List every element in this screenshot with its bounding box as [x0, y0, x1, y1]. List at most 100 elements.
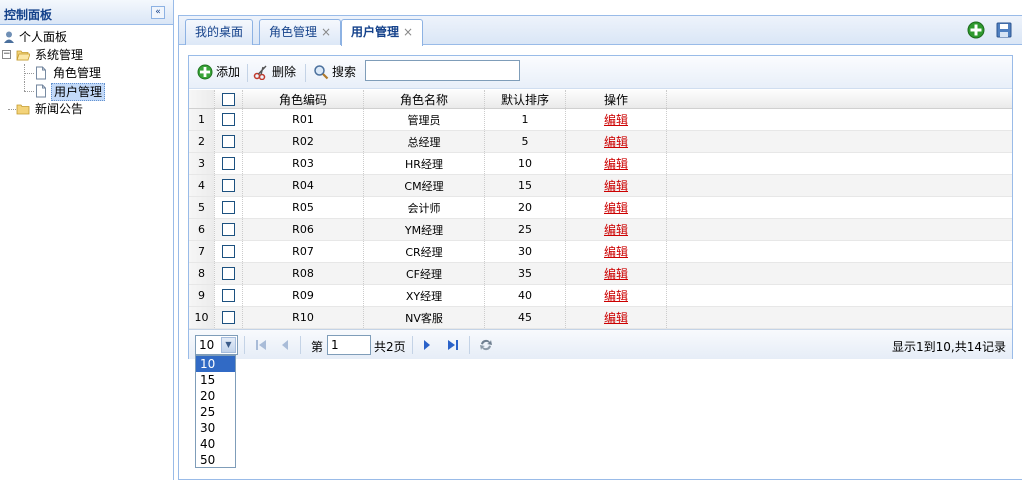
refresh-icon[interactable]: [478, 337, 494, 353]
left-panel: 控制面板 « 个人面板 − 系统管理 角色管理 用户管理 新闻公告: [0, 0, 174, 480]
edit-cell: 编辑: [566, 197, 667, 218]
edit-cell: 编辑: [566, 109, 667, 130]
table-row[interactable]: 2 R02 总经理 5 编辑: [189, 131, 1012, 153]
tab-my-desktop[interactable]: 我的桌面: [185, 19, 254, 45]
search-button[interactable]: 搜索: [313, 64, 361, 82]
role-name: 管理员: [364, 109, 485, 130]
role-code: R01: [243, 109, 364, 130]
column-header[interactable]: 默认排序: [485, 90, 566, 108]
table-row[interactable]: 3 R03 HR经理 10 编辑: [189, 153, 1012, 175]
edit-link[interactable]: 编辑: [604, 309, 628, 326]
tab-close-icon[interactable]: ×: [403, 25, 413, 39]
prev-page-icon[interactable]: [277, 337, 293, 353]
row-checkbox[interactable]: [222, 311, 235, 324]
row-checkbox[interactable]: [222, 179, 235, 192]
page-size-option[interactable]: 20: [196, 388, 235, 404]
page-total: 共2页: [374, 340, 406, 354]
tree-node-system[interactable]: − 系统管理: [0, 46, 173, 64]
page-size-option[interactable]: 30: [196, 420, 235, 436]
role-sort: 5: [485, 131, 566, 152]
role-code: R09: [243, 285, 364, 306]
edit-link[interactable]: 编辑: [604, 155, 628, 172]
search-input[interactable]: [365, 60, 520, 81]
page-size-option[interactable]: 50: [196, 452, 235, 468]
page-size-option[interactable]: 10: [196, 356, 235, 372]
row-checkbox[interactable]: [222, 223, 235, 236]
edit-link[interactable]: 编辑: [604, 243, 628, 260]
row-checkbox-cell: [215, 263, 243, 284]
tab-role-mgmt[interactable]: 角色管理 ×: [259, 19, 342, 45]
table-row[interactable]: 9 R09 XY经理 40 编辑: [189, 285, 1012, 307]
page-size-option[interactable]: 15: [196, 372, 235, 388]
page-number-input[interactable]: [327, 335, 371, 355]
tree-guide-line: [24, 82, 25, 91]
tab-close-icon[interactable]: ×: [321, 25, 331, 39]
page-size-option[interactable]: 40: [196, 436, 235, 452]
tree-collapse-toggle[interactable]: −: [2, 50, 11, 59]
edit-cell: 编辑: [566, 153, 667, 174]
row-number: 2: [189, 131, 215, 152]
toolbar-separator: [469, 336, 470, 354]
column-header[interactable]: 操作: [566, 90, 667, 108]
column-header[interactable]: 角色名称: [364, 90, 485, 108]
table-row[interactable]: 8 R08 CF经理 35 编辑: [189, 263, 1012, 285]
row-checkbox[interactable]: [222, 113, 235, 126]
table-row[interactable]: 6 R06 YM经理 25 编辑: [189, 219, 1012, 241]
save-icon[interactable]: [995, 21, 1013, 39]
row-checkbox[interactable]: [222, 289, 235, 302]
next-page-icon[interactable]: [419, 337, 435, 353]
row-checkbox[interactable]: [222, 157, 235, 170]
edit-link[interactable]: 编辑: [604, 221, 628, 238]
collapse-button[interactable]: «: [151, 6, 165, 19]
row-checkbox[interactable]: [222, 201, 235, 214]
table-row[interactable]: 7 R07 CR经理 30 编辑: [189, 241, 1012, 263]
tab-label: 我的桌面: [195, 25, 244, 39]
table-row[interactable]: 10 R10 NV客服 45 编辑: [189, 307, 1012, 329]
role-name: NV客服: [364, 307, 485, 328]
tree-node-personal[interactable]: 个人面板: [0, 28, 173, 46]
edit-link[interactable]: 编辑: [604, 111, 628, 128]
role-name: CF经理: [364, 263, 485, 284]
add-tab-icon[interactable]: [967, 21, 985, 39]
last-page-icon[interactable]: [445, 337, 461, 353]
row-checkbox-cell: [215, 307, 243, 328]
role-sort: 10: [485, 153, 566, 174]
row-checkbox-cell: [215, 197, 243, 218]
select-all-checkbox[interactable]: [222, 92, 235, 106]
add-button[interactable]: 添加: [197, 64, 243, 82]
delete-button[interactable]: 删除: [253, 64, 299, 82]
tree-node-role-mgmt[interactable]: 角色管理: [0, 64, 173, 82]
row-checkbox-cell: [215, 109, 243, 130]
tree-node-news[interactable]: 新闻公告: [0, 100, 173, 118]
tree-label-personal: 个人面板: [19, 30, 68, 44]
tab-label: 角色管理: [269, 25, 318, 39]
toolbar-separator: [247, 64, 248, 82]
table-row[interactable]: 4 R04 CM经理 15 编辑: [189, 175, 1012, 197]
page-size-option[interactable]: 25: [196, 404, 235, 420]
first-page-icon[interactable]: [253, 337, 269, 353]
edit-link[interactable]: 编辑: [604, 265, 628, 282]
row-checkbox-cell: [215, 131, 243, 152]
tab-user-mgmt[interactable]: 用户管理 ×: [341, 19, 424, 46]
role-name: CR经理: [364, 241, 485, 262]
toolbar-separator: [305, 64, 306, 82]
row-number: 9: [189, 285, 215, 306]
row-number: 8: [189, 263, 215, 284]
chevron-down-icon[interactable]: ▼: [221, 337, 236, 353]
column-header[interactable]: 角色编码: [243, 90, 364, 108]
add-label: 添加: [216, 65, 241, 79]
edit-link[interactable]: 编辑: [604, 177, 628, 194]
table-row[interactable]: 1 R01 管理员 1 编辑: [189, 109, 1012, 131]
row-checkbox[interactable]: [222, 135, 235, 148]
row-checkbox-cell: [215, 153, 243, 174]
edit-link[interactable]: 编辑: [604, 287, 628, 304]
tree-node-user-mgmt[interactable]: 用户管理: [0, 82, 173, 101]
edit-link[interactable]: 编辑: [604, 133, 628, 150]
table-row[interactable]: 5 R05 会计师 20 编辑: [189, 197, 1012, 219]
page-size-select[interactable]: 10 ▼: [195, 335, 238, 355]
row-checkbox[interactable]: [222, 245, 235, 258]
edit-link[interactable]: 编辑: [604, 199, 628, 216]
row-checkbox-cell: [215, 175, 243, 196]
row-checkbox[interactable]: [222, 267, 235, 280]
row-number: 5: [189, 197, 215, 218]
